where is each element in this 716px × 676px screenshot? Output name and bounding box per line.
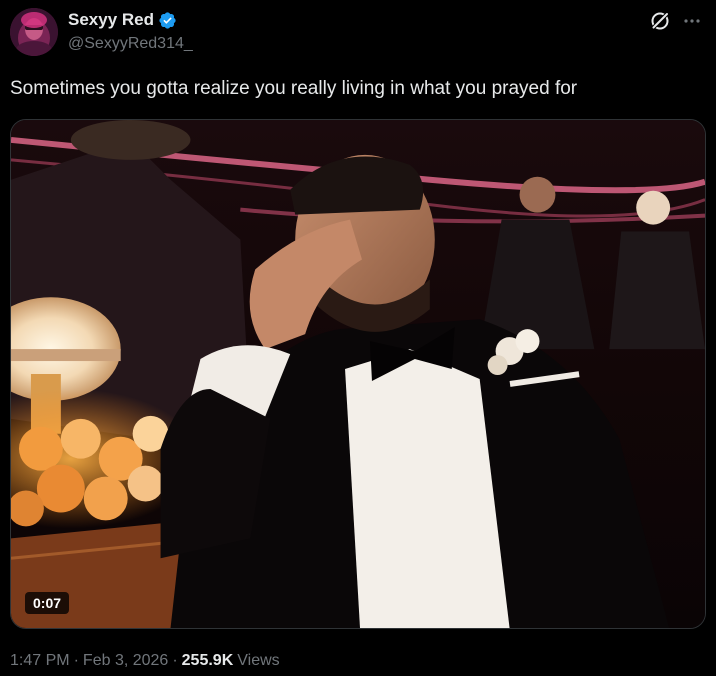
video-duration-badge: 0:07 [25,592,70,614]
video-player[interactable]: 0:07 [10,119,706,629]
views-count[interactable]: 255.9K [182,651,234,671]
author-name-row: Sexyy Red [68,10,177,30]
meta-separator: · [172,652,178,669]
author-handle[interactable]: @SexyyRed314_ [68,34,193,54]
tweet-card: Sexyy Red @SexyyRed314_ Sometimes you go… [0,0,716,676]
tweet-text: Sometimes you gotta realize you really l… [10,78,578,99]
more-options-icon[interactable] [680,9,704,33]
avatar[interactable] [10,8,58,56]
grok-icon[interactable] [648,9,672,33]
avatar-image [10,8,58,56]
tweet-meta: 1:47 PM · Feb 3, 2026 · 255.9K Views [10,651,280,671]
tweet-date[interactable]: Feb 3, 2026 [83,651,168,671]
author-display-name[interactable]: Sexyy Red [68,10,154,30]
tweet-time[interactable]: 1:47 PM [10,651,70,671]
meta-separator: · [73,652,79,669]
verified-badge-icon[interactable] [158,11,177,30]
video-thumbnail [11,120,705,628]
views-label: Views [237,652,280,669]
